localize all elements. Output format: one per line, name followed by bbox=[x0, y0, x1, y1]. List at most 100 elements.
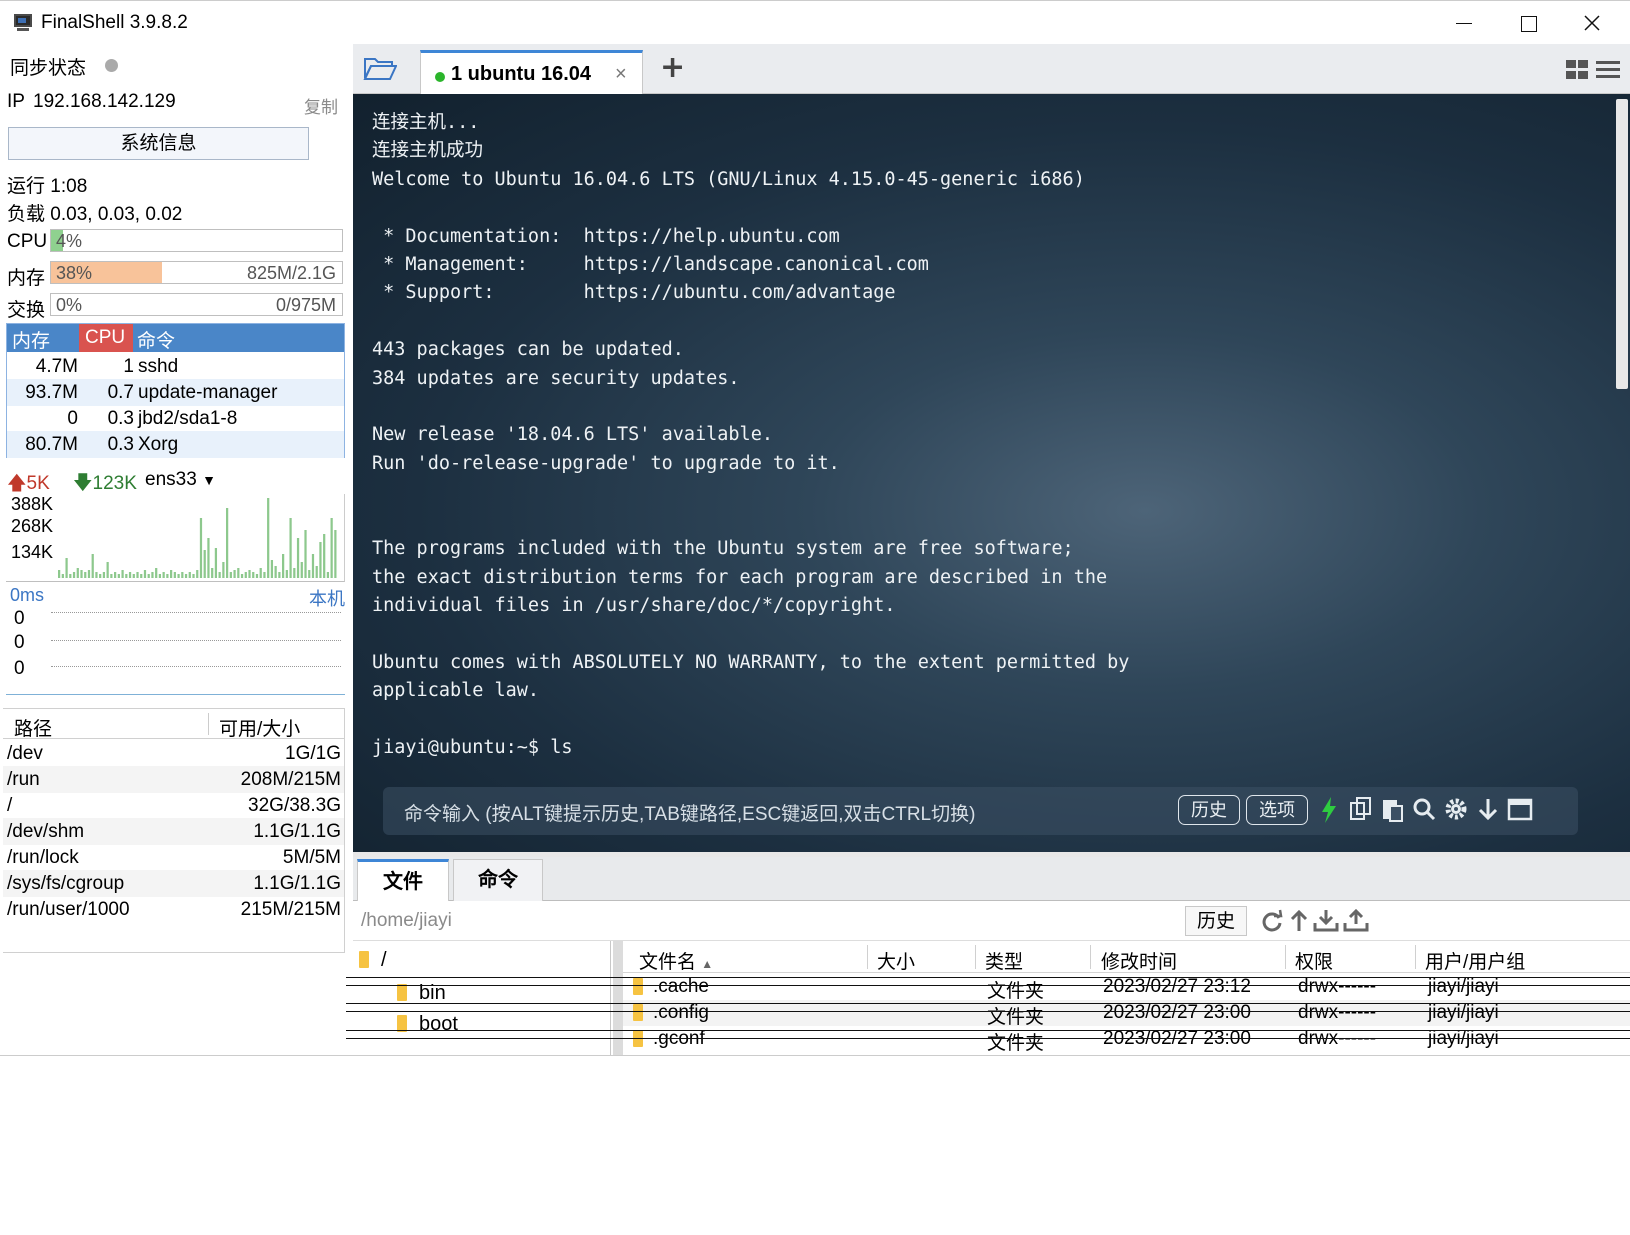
disk-row[interactable]: /run/user/1000 215M/215M bbox=[3, 896, 344, 923]
column-size[interactable]: 大小 bbox=[877, 947, 915, 974]
divider-line bbox=[346, 985, 1630, 986]
sync-status-indicator bbox=[105, 59, 118, 72]
network-bar bbox=[229, 572, 232, 578]
network-y-label: 134K bbox=[11, 542, 54, 562]
process-row[interactable]: 0 0.3 jbd2/sda1-8 bbox=[7, 405, 344, 432]
system-monitor-panel: 同步状态 IP 192.168.142.129 复制 系统信息 运行 1:08 … bbox=[0, 44, 348, 1056]
column-owner[interactable]: 用户/用户组 bbox=[1425, 947, 1525, 974]
process-header-memory[interactable]: 内存 bbox=[12, 326, 50, 353]
add-session-button[interactable]: + bbox=[660, 50, 685, 85]
tree-node-root[interactable]: / bbox=[381, 949, 387, 972]
file-type: 文件夹 bbox=[987, 1007, 1045, 1028]
terminal-line: Welcome to Ubuntu 16.04.6 LTS (GNU/Linux… bbox=[372, 168, 1085, 190]
path-history-button[interactable]: 历史 bbox=[1185, 906, 1247, 936]
command-input-bar[interactable]: 命令输入 (按ALT键提示历史,TAB键路径,ESC键返回,双击CTRL切换) … bbox=[383, 787, 1578, 835]
process-cpu: 1 bbox=[123, 356, 134, 377]
disk-header-path[interactable]: 路径 bbox=[14, 714, 52, 741]
open-folder-button[interactable] bbox=[363, 54, 398, 86]
process-row[interactable]: 80.7M 0.3 Xorg bbox=[7, 431, 344, 458]
divider-line bbox=[346, 1011, 1630, 1012]
network-bar bbox=[255, 574, 259, 578]
copy-ip-link[interactable]: 复制 bbox=[304, 93, 338, 118]
disk-row[interactable]: /run/lock 5M/5M bbox=[3, 844, 344, 871]
arrow-down-icon[interactable] bbox=[1476, 797, 1500, 823]
memory-usage-bar: 38% 825M/2.1G bbox=[50, 261, 343, 284]
column-permissions[interactable]: 权限 bbox=[1295, 947, 1333, 974]
network-bar bbox=[315, 566, 318, 578]
terminal-line: the exact distribution terms for each pr… bbox=[372, 566, 1108, 588]
terminal-line: The programs included with the Ubuntu sy… bbox=[372, 538, 1074, 560]
tab-commands[interactable]: 命令 bbox=[453, 859, 543, 901]
terminal-scrollbar[interactable] bbox=[1616, 99, 1628, 389]
latency-graph: 0 0 0 bbox=[6, 606, 345, 695]
tab-close-icon[interactable]: × bbox=[615, 63, 627, 86]
command-history-button[interactable]: 历史 bbox=[1178, 795, 1240, 825]
upload-icon[interactable] bbox=[1343, 909, 1369, 933]
network-bar bbox=[214, 548, 218, 578]
network-y-label: 268K bbox=[11, 516, 54, 536]
close-button[interactable] bbox=[1560, 1, 1624, 45]
lightning-icon[interactable] bbox=[1320, 797, 1338, 823]
network-bar bbox=[76, 568, 79, 578]
process-row[interactable]: 4.7M 1 sshd bbox=[7, 353, 344, 380]
process-cpu: 0.3 bbox=[107, 434, 134, 455]
disk-row[interactable]: /sys/fs/cgroup 1.1G/1.1G bbox=[3, 870, 344, 897]
file-name: .config bbox=[653, 1002, 709, 1023]
column-type[interactable]: 类型 bbox=[985, 947, 1023, 974]
network-bar bbox=[117, 574, 120, 578]
copy-icon[interactable] bbox=[1349, 797, 1373, 823]
current-path-input[interactable]: /home/jiayi bbox=[361, 910, 452, 932]
folder-open-icon bbox=[363, 58, 398, 80]
disk-header-size[interactable]: 可用/大小 bbox=[219, 714, 300, 741]
tree-node-boot[interactable]: boot bbox=[419, 1013, 458, 1036]
paste-icon[interactable] bbox=[1381, 797, 1405, 823]
network-bar bbox=[181, 572, 184, 578]
session-tab-ubuntu[interactable]: 1 ubuntu 16.04 × bbox=[420, 50, 643, 94]
refresh-icon[interactable] bbox=[1260, 909, 1284, 933]
system-info-button[interactable]: 系统信息 bbox=[8, 127, 309, 160]
disk-row[interactable]: /dev 1G/1G bbox=[3, 740, 344, 767]
column-modified[interactable]: 修改时间 bbox=[1101, 947, 1177, 974]
terminal-line: Run 'do-release-upgrade' to upgrade to i… bbox=[372, 452, 840, 474]
gear-icon[interactable] bbox=[1444, 797, 1470, 823]
parent-directory-icon[interactable] bbox=[1288, 909, 1310, 933]
hamburger-menu-icon[interactable] bbox=[1596, 59, 1620, 85]
disk-row[interactable]: / 32G/38.3G bbox=[3, 792, 344, 819]
column-filename[interactable]: 文件名 ▲ bbox=[639, 947, 713, 974]
network-bar bbox=[61, 574, 64, 578]
network-bar bbox=[282, 554, 285, 578]
layout-grid-icon[interactable] bbox=[1566, 60, 1590, 84]
cpu-usage-bar: 4% bbox=[50, 229, 343, 252]
network-bar bbox=[207, 538, 210, 578]
file-permissions: drwx------ bbox=[1298, 1028, 1377, 1049]
terminal-area[interactable]: 连接主机... 连接主机成功 Welcome to Ubuntu 16.04.6 L… bbox=[353, 94, 1630, 852]
disk-row[interactable]: /run 208M/215M bbox=[3, 766, 344, 793]
network-bar bbox=[151, 572, 154, 578]
download-icon[interactable] bbox=[1313, 909, 1339, 933]
command-input-placeholder[interactable]: 命令输入 (按ALT键提示历史,TAB键路径,ESC键返回,双击CTRL切换) bbox=[404, 799, 975, 826]
network-bar bbox=[136, 572, 139, 578]
network-interface-select[interactable]: ens33 ▼ bbox=[145, 469, 216, 491]
command-options-button[interactable]: 选项 bbox=[1246, 795, 1308, 825]
minimize-button[interactable] bbox=[1432, 1, 1496, 45]
file-permissions: drwx------ bbox=[1298, 1002, 1377, 1023]
network-bar bbox=[170, 570, 173, 578]
disk-size: 1.1G/1.1G bbox=[253, 821, 341, 842]
search-icon[interactable] bbox=[1413, 797, 1437, 823]
network-bar bbox=[158, 574, 162, 578]
arrow-up-icon: 🡅 bbox=[7, 473, 27, 494]
maximize-button[interactable] bbox=[1496, 1, 1560, 45]
window-icon[interactable] bbox=[1507, 797, 1533, 823]
file-mtime: 2023/02/27 23:00 bbox=[1103, 1002, 1251, 1023]
terminal-line: applicable law. bbox=[372, 680, 540, 702]
folder-icon bbox=[633, 978, 643, 995]
network-bar bbox=[203, 550, 206, 578]
disk-row[interactable]: /dev/shm 1.1G/1.1G bbox=[3, 818, 344, 845]
tab-files[interactable]: 文件 bbox=[357, 859, 449, 901]
network-traffic-graph: 388K 268K 134K bbox=[6, 494, 345, 582]
process-row[interactable]: 93.7M 0.7 update-manager bbox=[7, 379, 344, 406]
process-header-cpu[interactable]: CPU bbox=[79, 324, 133, 352]
process-header-command[interactable]: 命令 bbox=[137, 326, 175, 353]
network-bar bbox=[184, 574, 188, 578]
